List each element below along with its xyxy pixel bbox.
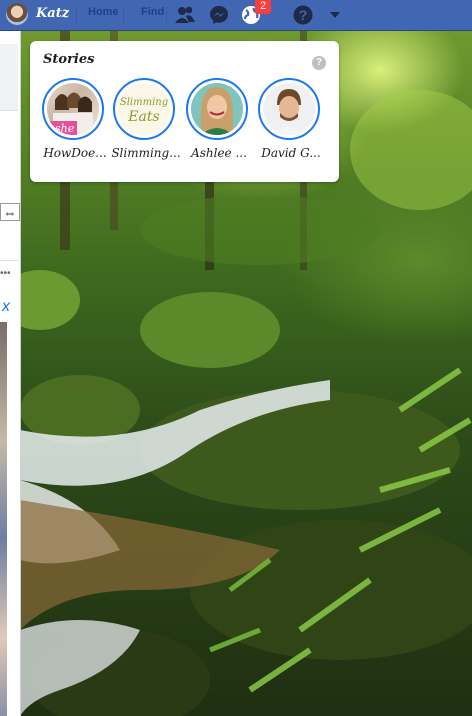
story-label: HowDoe...: [43, 146, 107, 160]
story-label: David G...: [261, 146, 321, 160]
help-icon[interactable]: ?: [292, 4, 314, 26]
story-label: Ashlee ...: [191, 146, 247, 160]
avatar[interactable]: [6, 3, 28, 25]
caret-down-icon[interactable]: [324, 4, 346, 26]
story-ring[interactable]: Slimming Eats: [113, 78, 175, 140]
story-thumbnail: [191, 83, 243, 135]
woman-portrait-photo: [201, 87, 233, 135]
divider: [123, 6, 124, 24]
notification-count-badge: 2: [255, 0, 271, 14]
story-label: Slimming...: [111, 146, 181, 160]
home-link[interactable]: Home: [88, 6, 119, 18]
svg-text:Eats: Eats: [127, 109, 159, 125]
close-icon[interactable]: x: [2, 298, 10, 316]
story-ring[interactable]: [186, 78, 248, 140]
story-item[interactable]: she HowDoe...: [42, 78, 108, 160]
friends-icon[interactable]: [174, 4, 196, 26]
man-portrait-photo: [271, 89, 307, 135]
find-friends-link[interactable]: Find Friends: [141, 6, 167, 18]
left-page-strip: ••• x: [0, 30, 21, 716]
story-ring[interactable]: [258, 78, 320, 140]
story-item[interactable]: Slimming Eats Slimming...: [111, 78, 181, 160]
profile-name-link[interactable]: Katz: [36, 6, 69, 21]
more-options-icon[interactable]: •••: [0, 268, 11, 279]
top-navigation-bar: Katz Home Find Friends 2 ?: [0, 0, 472, 31]
story-thumbnail: Slimming Eats: [118, 83, 170, 135]
post-photo[interactable]: [0, 322, 7, 716]
story-item[interactable]: David G...: [258, 78, 324, 160]
left-panel-card: [0, 44, 18, 111]
stories-panel: Stories ? she HowDoe... Slimming Eats Sl…: [30, 41, 339, 182]
story-item[interactable]: Ashlee ...: [186, 78, 252, 160]
stories-title: Stories: [43, 52, 95, 67]
svg-text:?: ?: [299, 7, 308, 23]
divider: [166, 6, 167, 24]
messenger-icon[interactable]: [208, 4, 230, 26]
stories-help-icon[interactable]: ?: [312, 56, 326, 70]
svg-text:she: she: [55, 122, 75, 135]
divider: [76, 6, 77, 24]
resize-handle-icon[interactable]: ⇔: [0, 203, 20, 221]
slimming-eats-logo: Slimming Eats: [120, 97, 168, 125]
story-ring[interactable]: she: [42, 78, 104, 140]
three-women-photo: she: [47, 92, 93, 135]
story-thumbnail: [263, 83, 315, 135]
story-thumbnail: she: [47, 83, 99, 135]
svg-text:Slimming: Slimming: [120, 97, 168, 108]
